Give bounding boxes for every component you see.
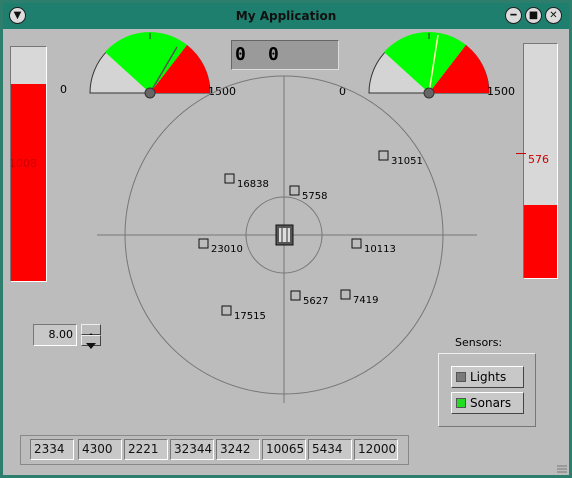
readout-field[interactable]: 10065 (262, 439, 306, 460)
minimize-button[interactable]: ━ (505, 7, 522, 24)
counter-value-2: 0 (268, 44, 279, 65)
lights-toggle-button[interactable]: Lights (451, 366, 524, 388)
sonars-label: Sonars (470, 396, 512, 410)
left-level-fill (11, 84, 46, 281)
counter-value-1: 0 (235, 44, 246, 65)
radar-target-marker (351, 238, 362, 249)
radar-target-label: 23010 (211, 244, 243, 255)
radar-target-label: 31051 (391, 156, 423, 167)
window-title: My Application (235, 9, 337, 23)
radar-targets: 31051 16838 5758 23010 10113 5627 7419 17515 (198, 150, 423, 322)
spinner-value[interactable]: 8.00 (33, 324, 77, 346)
robot-icon[interactable] (275, 224, 294, 246)
right-gauge-max-label: 1500 (487, 85, 515, 98)
radar-target-marker (224, 173, 235, 184)
radar-target[interactable]: 7419 (340, 289, 378, 306)
radar-target[interactable]: 10113 (351, 238, 396, 255)
lights-label: Lights (470, 370, 507, 384)
lights-led-icon (456, 372, 466, 382)
radar-target-marker (221, 305, 232, 316)
close-icon: ✕ (549, 10, 558, 21)
readout-field[interactable]: 5434 (308, 439, 352, 460)
readout-field[interactable]: 12000 (354, 439, 398, 460)
radar-target-marker (198, 238, 209, 249)
sensors-panel: Lights Sonars (438, 353, 536, 427)
readout-field[interactable]: 4300 (78, 439, 122, 460)
radar-target-marker (340, 289, 351, 300)
robot-face (279, 228, 290, 242)
right-level-tick (516, 153, 526, 155)
radar-target-marker (378, 150, 389, 161)
readout-field[interactable]: 3242 (216, 439, 260, 460)
radar-target-label: 5627 (303, 296, 328, 307)
value-spinner[interactable]: 8.00 (33, 324, 103, 349)
minimize-icon: ━ (510, 10, 517, 21)
spinner-down-button[interactable] (81, 335, 101, 349)
down-arrow-icon (86, 343, 96, 349)
radar-target-label: 17515 (234, 311, 266, 322)
sonars-toggle-button[interactable]: Sonars (451, 392, 524, 414)
radar-target-label: 10113 (364, 244, 396, 255)
spinner-up-button[interactable] (81, 324, 101, 339)
radar-target[interactable]: 31051 (378, 150, 423, 167)
sensors-title: Sensors: (455, 336, 503, 349)
readout-field[interactable]: 32344 (170, 439, 214, 460)
readout-field[interactable]: 2221 (124, 439, 168, 460)
radar-target[interactable]: 17515 (221, 305, 266, 322)
maximize-icon: ■ (528, 10, 539, 21)
left-level-label: 1008 (10, 157, 37, 170)
radar-display[interactable]: 31051 16838 5758 23010 10113 5627 7419 17515 (93, 73, 483, 418)
radar-target-label: 7419 (353, 295, 378, 306)
sonars-led-icon (456, 398, 466, 408)
right-level-label: 576 (528, 153, 549, 166)
maximize-button[interactable]: ■ (525, 7, 542, 24)
right-level-fill (524, 205, 557, 278)
close-button[interactable]: ✕ (545, 7, 562, 24)
readout-field[interactable]: 2334 (30, 439, 74, 460)
radar-target-marker (289, 185, 300, 196)
down-arrow-shape (86, 343, 96, 349)
counter-display: 0 0 (231, 40, 339, 70)
radar-target-label: 5758 (302, 191, 327, 202)
resize-grip-icon[interactable] (557, 463, 567, 473)
radar-target[interactable]: 23010 (198, 238, 243, 255)
left-level-bar: 1008 (10, 46, 47, 282)
left-gauge-min-label: 0 (60, 83, 67, 96)
application-window: ▼ My Application ━ ■ ✕ 1008 576 0 1500 0… (0, 0, 572, 478)
radar-target[interactable]: 5758 (289, 185, 327, 202)
title-bar[interactable]: ▼ My Application ━ ■ ✕ (3, 3, 569, 29)
radar-target[interactable]: 5627 (290, 290, 328, 307)
radar-target[interactable]: 16838 (224, 173, 269, 190)
radar-target-label: 16838 (237, 179, 269, 190)
radar-target-marker (290, 290, 301, 301)
